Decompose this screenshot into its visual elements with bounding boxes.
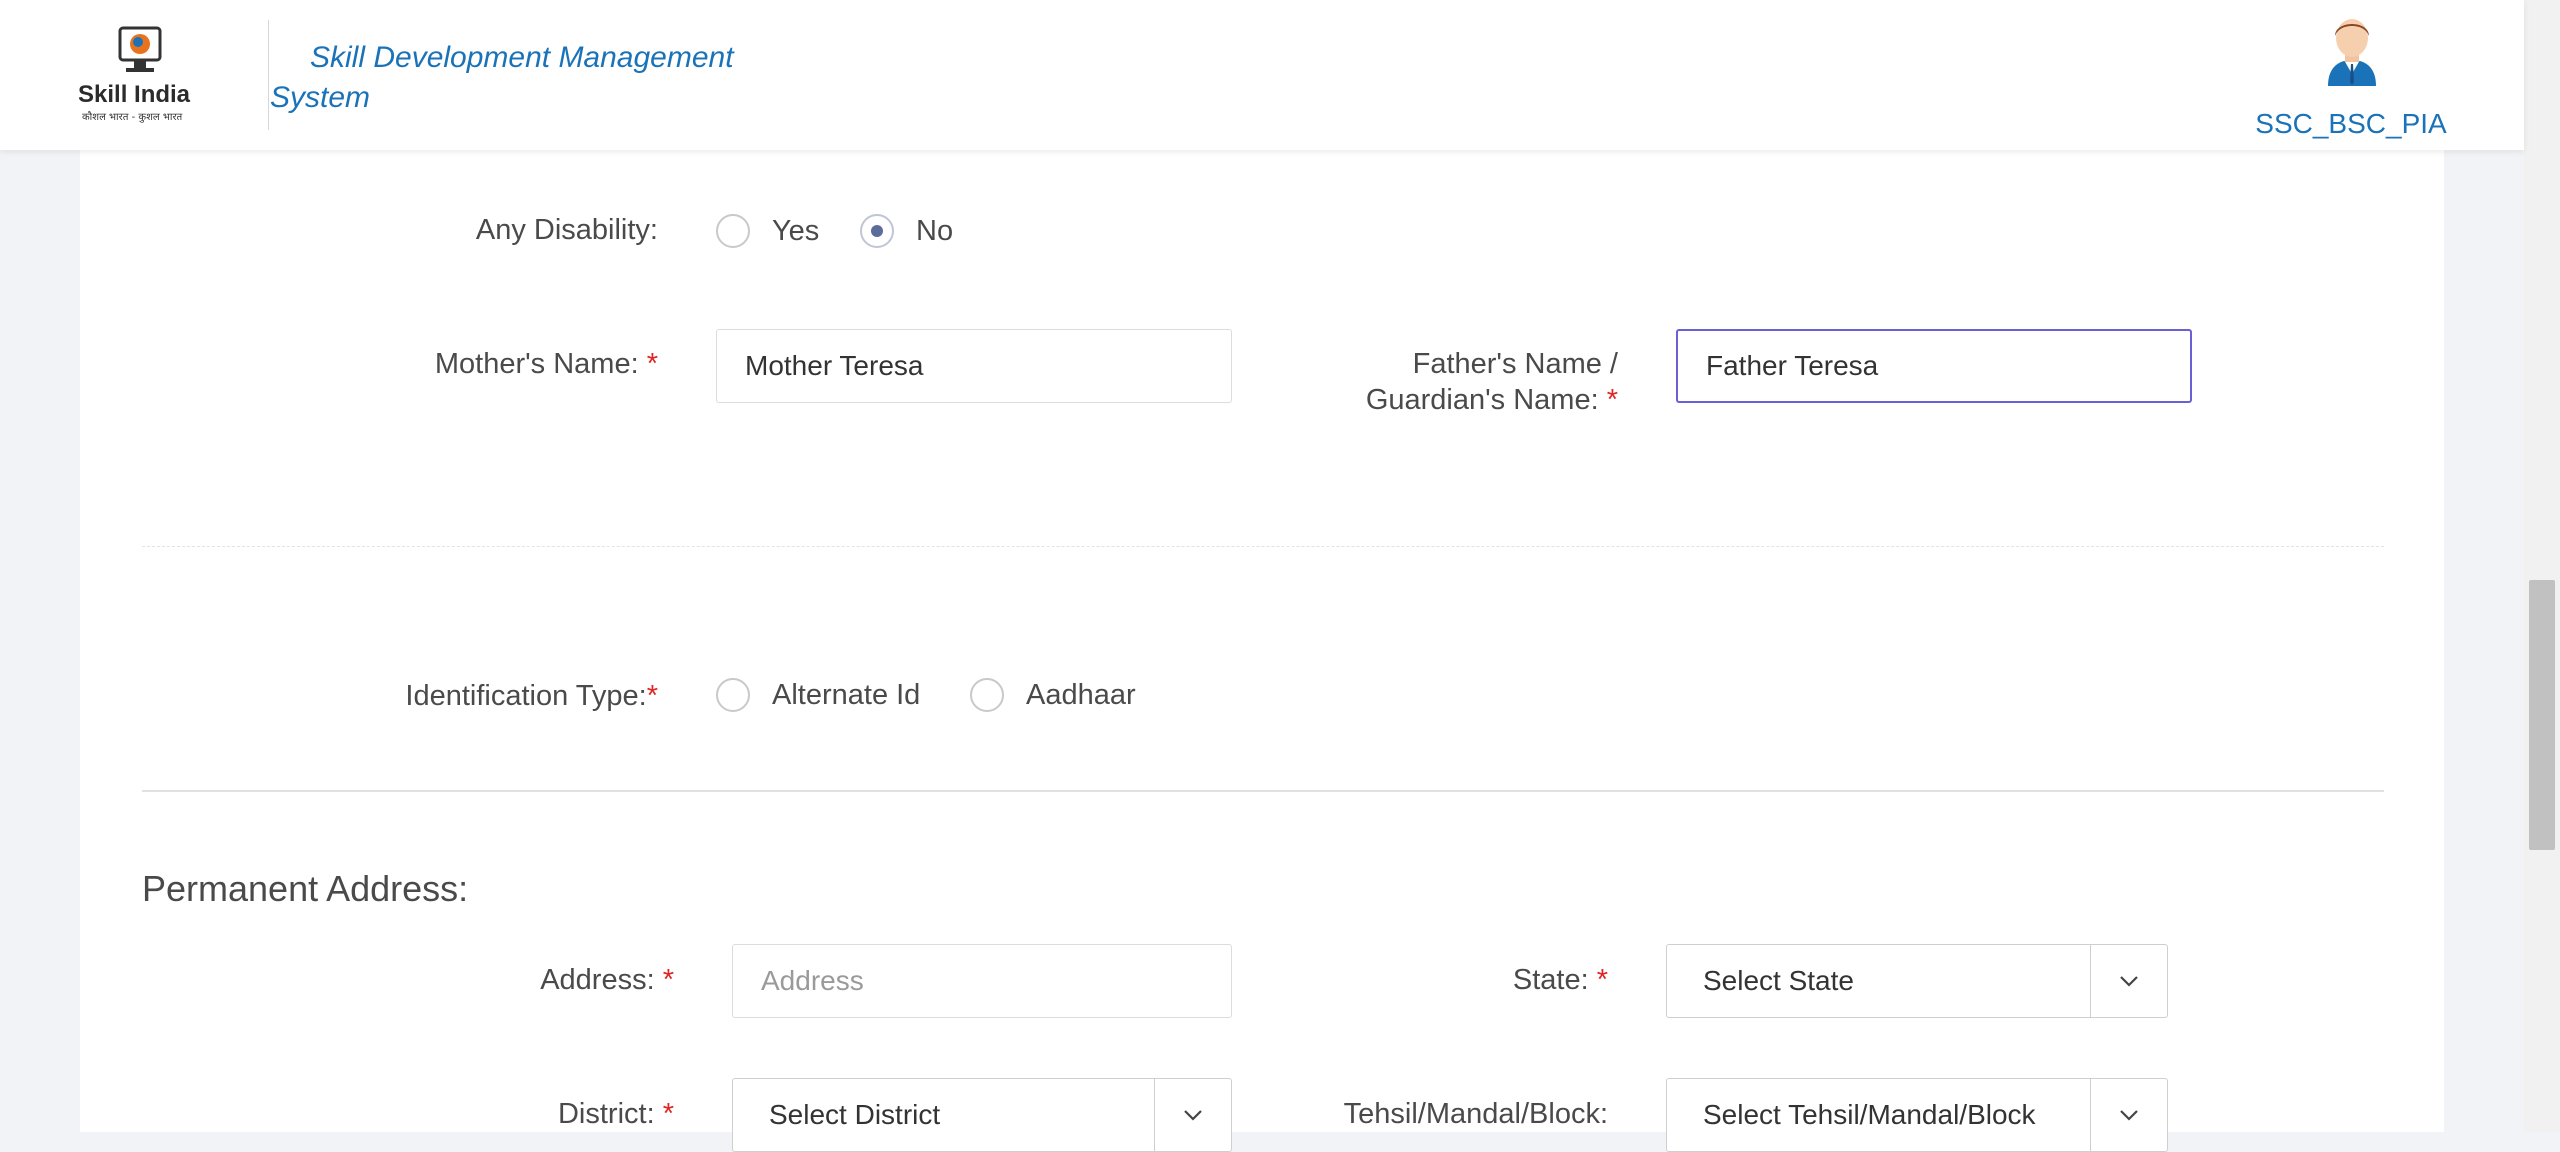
username-label[interactable]: SSC_BSC_PIA (2240, 108, 2462, 140)
chevron-down-icon[interactable] (1154, 1079, 1231, 1151)
district-select[interactable]: Select District (732, 1078, 1232, 1152)
mother-name-label: Mother's Name: * (434, 348, 658, 380)
radio-label-yes: Yes (772, 214, 820, 247)
mother-name-input[interactable] (716, 329, 1232, 403)
state-select[interactable]: Select State (1666, 944, 2168, 1018)
tehsil-select-value: Select Tehsil/Mandal/Block (1703, 1099, 2036, 1130)
disability-label: Any Disability: (475, 214, 658, 246)
state-label: State: * (1512, 964, 1608, 996)
chevron-down-icon[interactable] (2090, 945, 2167, 1017)
radio-circle-checked[interactable] (860, 214, 894, 248)
radio-label-alternate: Alternate Id (772, 678, 921, 711)
scrollbar-thumb[interactable] (2529, 580, 2555, 850)
identification-aadhaar-radio[interactable]: Aadhaar (970, 678, 1136, 712)
permanent-address-title: Permanent Address: (142, 868, 469, 909)
disability-no-radio[interactable]: No (860, 214, 953, 248)
father-name-label: Father's Name / Guardian's Name: * (1365, 348, 1618, 416)
district-label: District: * (557, 1098, 674, 1130)
logo-text: Skill India (78, 81, 191, 108)
district-select-value: Select District (769, 1099, 941, 1130)
radio-label-no: No (916, 214, 954, 247)
state-select-value: Select State (1703, 965, 1854, 996)
radio-circle[interactable] (716, 214, 750, 248)
radio-label-aadhaar: Aadhaar (1026, 678, 1136, 711)
tehsil-select[interactable]: Select Tehsil/Mandal/Block (1666, 1078, 2168, 1152)
app-title: Skill Development Management System (270, 41, 734, 114)
section-divider (142, 790, 2384, 792)
disability-yes-radio[interactable]: Yes (716, 214, 819, 248)
scrollbar-track[interactable] (2524, 0, 2560, 1132)
father-name-input[interactable] (1676, 329, 2192, 403)
address-label: Address: * (540, 964, 674, 996)
header-divider (268, 20, 269, 130)
tehsil-label: Tehsil/Mandal/Block: (1343, 1098, 1608, 1130)
section-divider-dashed (142, 546, 2384, 547)
user-avatar-icon[interactable] (2318, 14, 2386, 86)
skill-india-logo[interactable]: Skill India कौशल भारत - कुशल भारत (78, 22, 208, 132)
logo-subtext: कौशल भारत - कुशल भारत (82, 111, 183, 123)
top-header: Skill India कौशल भारत - कुशल भारत Skill … (0, 0, 2524, 150)
identification-alternate-radio[interactable]: Alternate Id (716, 678, 920, 712)
chevron-down-icon[interactable] (2090, 1079, 2167, 1151)
identification-label: Identification Type:* (405, 680, 658, 712)
radio-circle[interactable] (716, 678, 750, 712)
address-input[interactable] (732, 944, 1232, 1018)
radio-circle[interactable] (970, 678, 1004, 712)
